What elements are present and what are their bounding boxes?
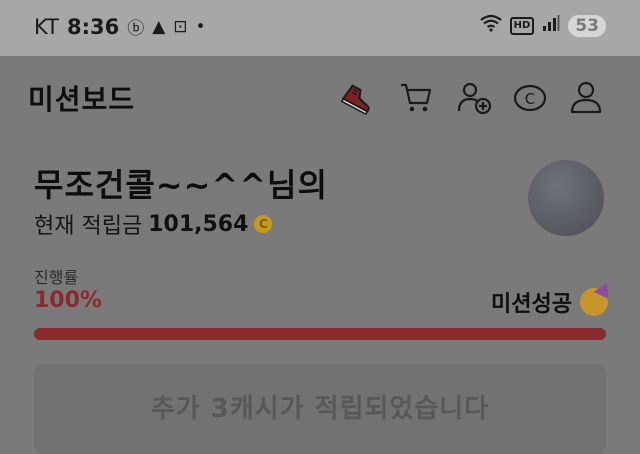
add-user-icon[interactable] (455, 78, 493, 116)
progress-bar (34, 328, 606, 340)
currency-coin-icon: C (254, 215, 273, 233)
screenshot-icon: ⊡ (173, 16, 188, 37)
avatar[interactable] (528, 160, 604, 236)
signal-icon (542, 14, 560, 37)
progress-percent: 100% (34, 288, 102, 313)
battery-indicator: 53 (568, 14, 606, 37)
balance-amount: 101,564 (148, 211, 249, 237)
triangle-app-icon: ▲ (152, 16, 166, 37)
party-face-icon (580, 288, 608, 316)
status-bar: KT 8:36 ⓑ ▲ ⊡ • HD 53 (0, 0, 640, 56)
cart-icon[interactable] (397, 78, 435, 116)
progress-label: 진행률 (34, 268, 79, 287)
progress-bar-fill (34, 328, 606, 340)
wifi-icon (479, 14, 502, 37)
page-title: 미션보드 (28, 83, 136, 116)
clock: 8:36 (66, 14, 120, 39)
user-name-heading: 무조건콜~~^^님의 (34, 166, 328, 204)
app-header: 미션보드 C (0, 56, 640, 136)
status-right: HD 53 (479, 14, 606, 37)
hd-icon: HD (509, 16, 535, 35)
b-icon: ⓑ (127, 19, 145, 39)
svg-text:C: C (525, 90, 535, 108)
mission-status-label: 미션성공 (491, 292, 572, 317)
balance-row: 현재 적립금 101,564 C (34, 208, 273, 240)
reward-notice: 추가 3캐시가 적립되었습니다 (34, 364, 606, 454)
sneaker-icon[interactable] (340, 78, 378, 116)
carrier-label: KT (34, 14, 59, 39)
balance-label: 현재 적립금 (34, 214, 143, 239)
profile-icon[interactable] (567, 78, 605, 116)
status-left: KT 8:36 ⓑ ▲ ⊡ • (34, 14, 206, 40)
mission-status: 미션성공 (491, 286, 608, 318)
dot-icon: • (195, 16, 206, 37)
coin-icon[interactable]: C (511, 78, 549, 116)
reward-notice-text: 추가 3캐시가 적립되었습니다 (150, 394, 490, 424)
